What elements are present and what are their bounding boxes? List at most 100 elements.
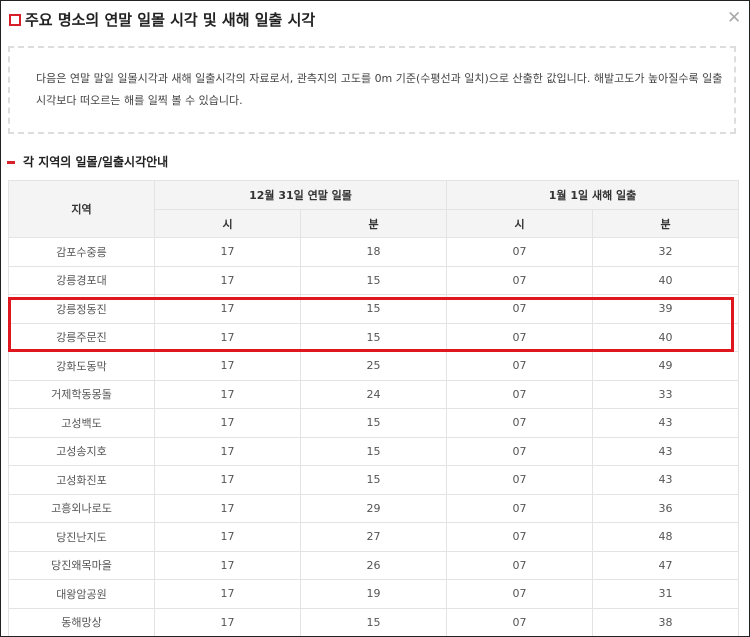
cell-sunset-hour: 17	[154, 294, 301, 324]
cell-sunset-minute: 25	[299, 351, 448, 381]
section-title: 각 지역의 일몰/일출시각안내	[23, 155, 169, 169]
cell-sunset-hour: 17	[154, 522, 301, 552]
cell-sunset-hour: 17	[154, 579, 301, 609]
header-sunrise-minute: 분	[592, 209, 740, 238]
cell-region: 고흥외나로도	[8, 493, 155, 523]
table-row: 당진왜목마을 17 26 07 47	[8, 550, 740, 580]
cell-sunset-hour: 17	[154, 351, 301, 381]
cell-region: 동해망상	[8, 607, 155, 636]
cell-sunrise-hour: 07	[446, 550, 594, 580]
dialog-header: 주요 명소의 연말 일몰 시각 및 새해 일출 시각 ✕	[1, 1, 749, 39]
cell-sunset-hour: 17	[154, 550, 301, 580]
cell-sunrise-hour: 07	[446, 579, 594, 609]
cell-sunset-hour: 17	[154, 465, 301, 495]
cell-region: 당진난지도	[8, 522, 155, 552]
cell-sunrise-hour: 07	[446, 294, 594, 324]
table-row: 당진난지도 17 27 07 48	[8, 522, 740, 552]
header-region: 지역	[8, 180, 155, 238]
sun-times-table: 지역 12월 31일 연말 일몰 1월 1일 새해 일출 시 분 시 분 감포수…	[8, 180, 740, 636]
cell-region: 당진왜목마을	[8, 550, 155, 580]
cell-sunset-minute: 15	[299, 465, 448, 495]
cell-sunrise-minute: 36	[592, 493, 740, 523]
cell-sunrise-hour: 07	[446, 265, 594, 295]
table-row: 감포수중릉 17 18 07 32	[8, 237, 740, 267]
cell-sunrise-minute: 48	[592, 522, 740, 552]
header-sunrise-hour: 시	[446, 209, 594, 238]
cell-sunset-minute: 15	[299, 607, 448, 636]
table-row: 고성송지호 17 15 07 43	[8, 436, 740, 466]
cell-sunset-hour: 17	[154, 436, 301, 466]
cell-sunrise-minute: 39	[592, 294, 740, 324]
cell-sunrise-hour: 07	[446, 379, 594, 409]
cell-sunrise-minute: 43	[592, 465, 740, 495]
cell-sunrise-hour: 07	[446, 436, 594, 466]
table-row: 대왕암공원 17 19 07 31	[8, 579, 740, 609]
cell-sunset-minute: 15	[299, 436, 448, 466]
cell-sunset-hour: 17	[154, 408, 301, 438]
cell-region: 거제학동몽돌	[8, 379, 155, 409]
header-sunrise-group: 1월 1일 새해 일출	[446, 180, 740, 210]
cell-sunrise-minute: 31	[592, 579, 740, 609]
cell-region: 감포수중릉	[8, 237, 155, 267]
table-row: 강화도동막 17 25 07 49	[8, 351, 740, 381]
header-sunset-hour: 시	[154, 209, 301, 238]
table-row: 거제학동몽돌 17 24 07 33	[8, 379, 740, 409]
close-icon[interactable]: ✕	[727, 10, 741, 27]
header-sunset-minute: 분	[299, 209, 448, 238]
cell-sunset-hour: 17	[154, 265, 301, 295]
cell-region: 강릉주문진	[8, 322, 155, 352]
cell-sunset-minute: 15	[299, 322, 448, 352]
cell-sunset-minute: 18	[299, 237, 448, 267]
cell-sunrise-minute: 49	[592, 351, 740, 381]
cell-sunrise-hour: 07	[446, 465, 594, 495]
cell-region: 강화도동막	[8, 351, 155, 381]
cell-sunrise-minute: 43	[592, 408, 740, 438]
cell-sunset-hour: 17	[154, 607, 301, 636]
table-row: 강릉주문진 17 15 07 40	[8, 322, 740, 352]
cell-region: 대왕암공원	[8, 579, 155, 609]
cell-sunset-hour: 17	[154, 322, 301, 352]
table-row: 강릉정동진 17 15 07 39	[8, 294, 740, 324]
cell-sunset-hour: 17	[154, 237, 301, 267]
dialog-title: 주요 명소의 연말 일몰 시각 및 새해 일출 시각	[25, 11, 316, 29]
cell-sunset-minute: 15	[299, 265, 448, 295]
cell-sunset-minute: 29	[299, 493, 448, 523]
section-dash-icon	[7, 161, 15, 164]
cell-sunrise-hour: 07	[446, 522, 594, 552]
cell-sunrise-hour: 07	[446, 237, 594, 267]
table-row: 동해망상 17 15 07 38	[8, 607, 740, 636]
cell-region: 고성백도	[8, 408, 155, 438]
title-square-icon	[9, 14, 21, 26]
cell-sunset-minute: 27	[299, 522, 448, 552]
cell-sunset-hour: 17	[154, 379, 301, 409]
table-row: 고성화진포 17 15 07 43	[8, 465, 740, 495]
cell-region: 고성화진포	[8, 465, 155, 495]
sunset-sunrise-dialog: 주요 명소의 연말 일몰 시각 및 새해 일출 시각 ✕ 다음은 연말 말일 일…	[0, 0, 750, 637]
cell-sunrise-hour: 07	[446, 607, 594, 636]
cell-sunrise-minute: 38	[592, 607, 740, 636]
cell-sunrise-hour: 07	[446, 408, 594, 438]
table-row: 강릉경포대 17 15 07 40	[8, 265, 740, 295]
cell-sunrise-minute: 40	[592, 265, 740, 295]
cell-sunrise-minute: 32	[592, 237, 740, 267]
cell-region: 고성송지호	[8, 436, 155, 466]
cell-sunrise-hour: 07	[446, 493, 594, 523]
notice-text: 다음은 연말 말일 일몰시각과 새해 일출시각의 자료로서, 관측지의 고도를 …	[36, 72, 723, 107]
cell-sunrise-hour: 07	[446, 322, 594, 352]
table-row: 고흥외나로도 17 29 07 36	[8, 493, 740, 523]
cell-sunrise-minute: 40	[592, 322, 740, 352]
cell-sunrise-minute: 33	[592, 379, 740, 409]
table-row: 고성백도 17 15 07 43	[8, 408, 740, 438]
cell-sunset-minute: 26	[299, 550, 448, 580]
cell-sunset-minute: 19	[299, 579, 448, 609]
notice-box: 다음은 연말 말일 일몰시각과 새해 일출시각의 자료로서, 관측지의 고도를 …	[8, 46, 736, 134]
cell-region: 강릉정동진	[8, 294, 155, 324]
cell-sunset-minute: 15	[299, 408, 448, 438]
header-sunset-group: 12월 31일 연말 일몰	[153, 180, 448, 210]
cell-sunrise-minute: 47	[592, 550, 740, 580]
cell-sunrise-minute: 43	[592, 436, 740, 466]
cell-region: 강릉경포대	[8, 265, 155, 295]
cell-sunset-minute: 24	[299, 379, 448, 409]
cell-sunrise-hour: 07	[446, 351, 594, 381]
cell-sunset-hour: 17	[154, 493, 301, 523]
